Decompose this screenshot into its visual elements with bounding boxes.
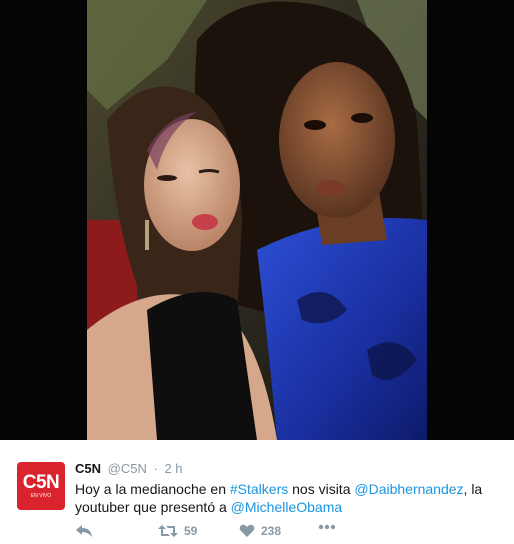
mention-link-michelleobama[interactable]: @MichelleObama xyxy=(231,499,342,515)
avatar-logo: C5N xyxy=(22,472,60,493)
more-icon xyxy=(318,524,336,530)
hashtag-link[interactable]: #Stalkers xyxy=(230,481,288,497)
retweet-count: 59 xyxy=(184,524,198,538)
tweet-text-part1: Hoy a la medianoche en xyxy=(75,481,230,497)
photo-illustration xyxy=(87,0,427,440)
tweet-text: Hoy a la medianoche en #Stalkers nos vis… xyxy=(75,480,495,516)
author-name[interactable]: C5N xyxy=(75,461,101,476)
heart-icon xyxy=(239,524,255,537)
separator: · xyxy=(153,461,158,476)
tweet-header: C5N @C5N · 2 h xyxy=(75,461,183,476)
retweet-icon xyxy=(158,525,178,537)
avatar[interactable]: C5N EN VIVO xyxy=(17,462,65,510)
author-handle[interactable]: @C5N xyxy=(108,461,147,476)
more-button[interactable] xyxy=(318,524,336,530)
reply-button[interactable] xyxy=(75,524,93,538)
tweet: C5N EN VIVO C5N @C5N · 2 h Hoy a la medi… xyxy=(0,440,514,544)
tweet-text-part2: nos visita xyxy=(288,481,355,497)
timestamp[interactable]: 2 h xyxy=(164,461,182,476)
selfie-photo[interactable] xyxy=(87,0,427,440)
like-button[interactable]: 238 xyxy=(239,524,281,538)
tweet-media[interactable] xyxy=(0,0,514,440)
like-count: 238 xyxy=(261,524,282,538)
tweet-actions: 59 238 xyxy=(75,524,415,540)
avatar-subtext: EN VIVO xyxy=(30,493,52,499)
mention-link-daibhernandez[interactable]: @Daibhernandez xyxy=(354,481,463,497)
retweet-button[interactable]: 59 xyxy=(158,524,197,538)
reply-icon xyxy=(76,525,92,537)
